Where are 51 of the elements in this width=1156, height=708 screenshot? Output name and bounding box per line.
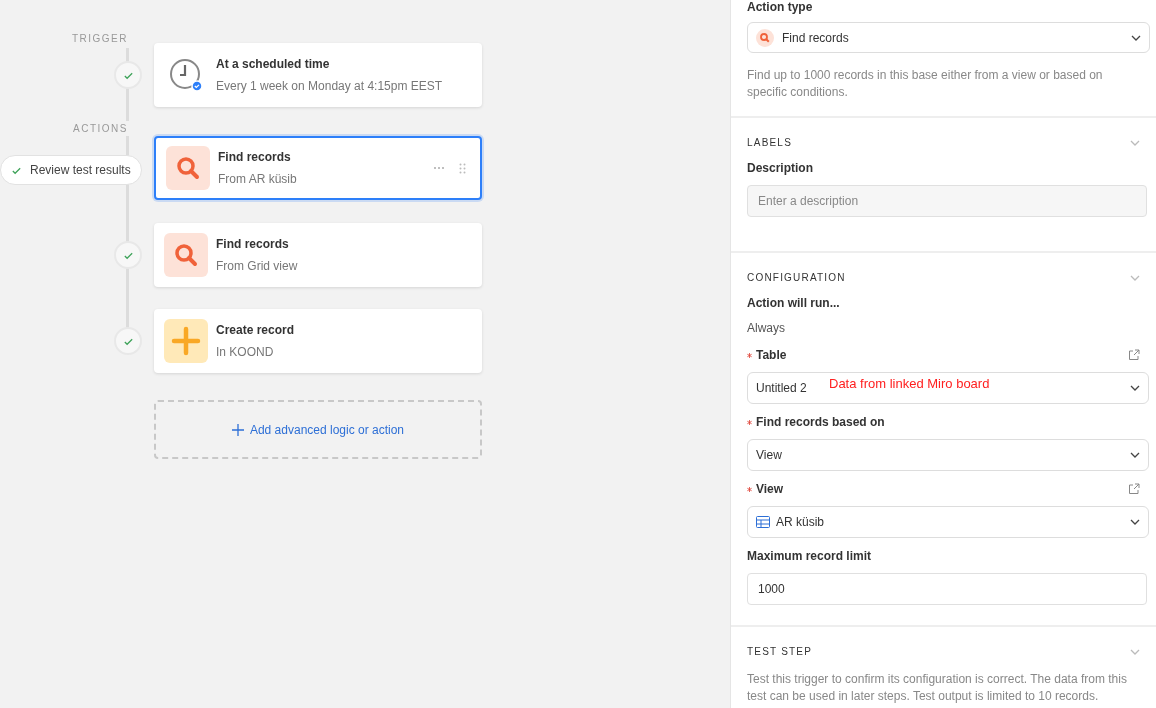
external-link-icon[interactable] (1128, 483, 1140, 495)
step-subtitle: From AR küsib (218, 171, 298, 188)
step-card[interactable]: At a scheduled time Every 1 week on Monday at 4:15pm EEST (154, 43, 482, 107)
step-title: Find records (218, 149, 292, 166)
field-label: Maximum record limit (747, 548, 872, 565)
add-action-button[interactable]: Add advanced logic or action (154, 400, 482, 459)
review-test-results-button[interactable]: Review test results (0, 155, 142, 185)
action-type-select[interactable]: Find records (747, 22, 1150, 53)
chevron-down-icon (1131, 34, 1141, 41)
dropdown-select[interactable]: View (747, 439, 1149, 471)
field-value: Always (747, 320, 786, 337)
external-link-icon[interactable] (1128, 349, 1140, 361)
plus-icon (164, 319, 208, 363)
field-label: Description (747, 160, 813, 177)
field-label: Table (756, 347, 787, 364)
step-card[interactable]: Create record In KOOND (154, 309, 482, 373)
drag-handle-icon[interactable] (459, 162, 466, 174)
annotation-text: Data from linked Miro board (829, 375, 990, 393)
section-heading: LABELS (747, 136, 792, 150)
chevron-down-icon (1130, 519, 1140, 525)
search-icon (166, 146, 210, 190)
field-label: Find records based on (756, 414, 885, 431)
step-card[interactable]: Find records From Grid view (154, 223, 482, 287)
chevron-down-icon[interactable] (1130, 274, 1140, 281)
section-heading: CONFIGURATION (747, 271, 846, 285)
text-field[interactable]: 1000 (747, 573, 1147, 605)
dropdown-select[interactable]: AR küsib (747, 506, 1149, 538)
section-text: Test this trigger to confirm its configuration is correct. The data from this test can be used in later steps. Test output is limited to 10 records. (747, 671, 1128, 705)
grid-icon (756, 516, 770, 528)
clock-icon (169, 58, 203, 92)
step-subtitle: From Grid view (216, 258, 299, 275)
chevron-down-icon (1130, 385, 1140, 391)
step-title: Create record (216, 322, 296, 339)
section-heading: TEST STEP (747, 645, 813, 659)
search-icon (756, 28, 774, 47)
field-label: Action will run... (747, 295, 840, 312)
field-label: View (756, 481, 784, 498)
chevron-down-icon (1130, 452, 1140, 458)
step-subtitle: In KOOND (216, 344, 275, 361)
step-subtitle: Every 1 week on Monday at 4:15pm EEST (216, 78, 444, 95)
search-icon (164, 233, 208, 277)
chevron-down-icon[interactable] (1130, 139, 1140, 146)
step-title: At a scheduled time (216, 56, 331, 73)
plus-icon (231, 423, 244, 436)
more-icon[interactable] (433, 166, 445, 170)
step-title: Find records (216, 236, 290, 253)
step-card[interactable]: Find records From AR küsib (154, 136, 482, 200)
chevron-down-icon[interactable] (1130, 648, 1140, 655)
description-text: Find up to 1000 records in this base either from a view or based on specific conditions. (747, 67, 1104, 101)
field-label: Action type (747, 0, 814, 15)
text-field[interactable]: Enter a description (747, 185, 1147, 217)
